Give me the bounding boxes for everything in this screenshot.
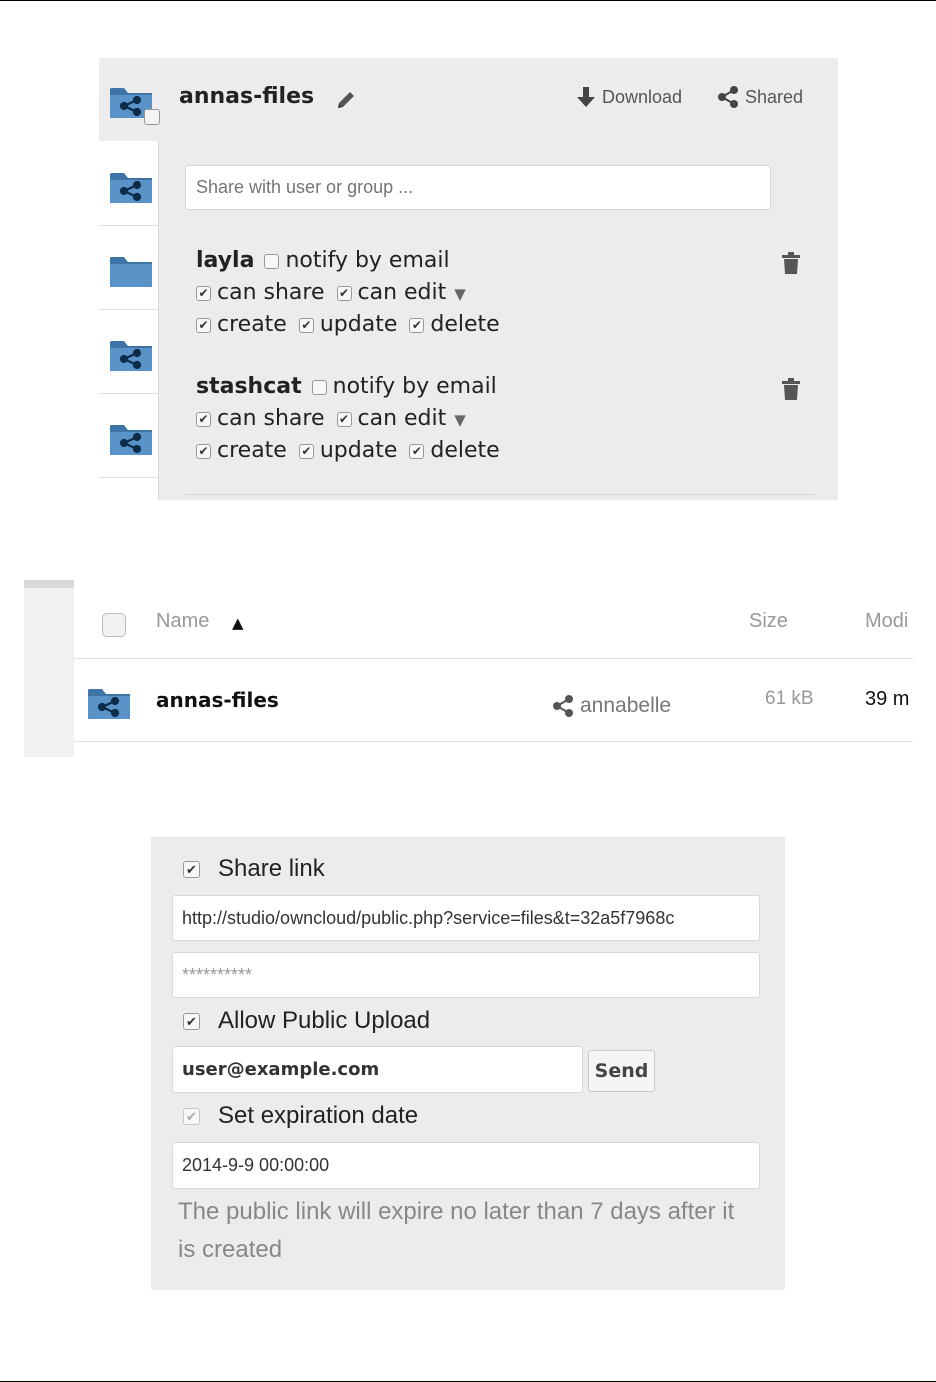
can-edit-checkbox[interactable]: ✔ <box>336 411 352 427</box>
password-field[interactable] <box>172 952 760 998</box>
notify-label: notify by email <box>285 247 450 273</box>
shared-label: Shared <box>745 86 804 107</box>
file-name[interactable]: annas-files <box>156 688 279 712</box>
create-checkbox[interactable]: ✔ <box>196 443 211 459</box>
column-header-modified[interactable]: Modi <box>865 610 908 633</box>
can-share-checkbox[interactable]: ✔ <box>196 285 211 301</box>
file-list: Name ▲ Size Modi annas-files annabelle 6… <box>74 588 913 743</box>
column-header-name[interactable]: Name <box>156 610 209 633</box>
share-owner[interactable]: annabelle <box>552 694 671 718</box>
share-recipient: layla notify by email ✔ can share ✔ can … <box>196 244 512 340</box>
link-url-field[interactable] <box>172 895 760 941</box>
folder-icon[interactable] <box>109 254 153 288</box>
create-label: create <box>217 437 287 463</box>
trash-icon[interactable] <box>781 252 801 274</box>
expiration-date-field[interactable] <box>172 1142 760 1189</box>
top-border <box>0 0 936 1</box>
delete-checkbox[interactable]: ✔ <box>409 317 425 333</box>
can-edit-label: can edit <box>357 405 447 431</box>
update-checkbox[interactable]: ✔ <box>298 317 314 333</box>
select-all-checkbox[interactable] <box>102 613 126 637</box>
shared-folder-icon[interactable] <box>109 338 153 372</box>
download-label: Download <box>602 86 683 107</box>
select-checkbox[interactable] <box>144 109 160 125</box>
allow-upload-label: Allow Public Upload <box>218 1007 431 1034</box>
chevron-down-icon[interactable]: ▼ <box>454 285 466 303</box>
sidebar-header-bar <box>24 580 74 588</box>
link-share-panel: ✔ Share link ✔ Allow Public Upload Send … <box>151 837 785 1290</box>
column-header-size[interactable]: Size <box>749 610 788 633</box>
allow-upload-checkbox[interactable]: ✔ <box>183 1012 200 1030</box>
trash-icon[interactable] <box>781 378 801 400</box>
allow-upload-option: ✔ Allow Public Upload <box>183 1007 430 1035</box>
expiration-option: ✔ Set expiration date <box>183 1102 418 1130</box>
owner-name: annabelle <box>580 694 672 717</box>
email-field[interactable] <box>172 1046 583 1093</box>
recipient-name: layla <box>196 247 255 273</box>
update-label: update <box>319 311 398 337</box>
strip-divider <box>158 141 159 500</box>
recipient-name: stashcat <box>196 373 302 399</box>
share-with-input[interactable] <box>185 165 771 210</box>
download-icon <box>577 87 595 107</box>
sort-ascending-icon[interactable]: ▲ <box>232 614 244 632</box>
row-divider <box>99 225 158 226</box>
share-icon <box>553 695 573 717</box>
delete-label: delete <box>430 437 500 463</box>
expiration-label: Set expiration date <box>218 1102 419 1129</box>
shared-folder-icon <box>88 689 130 719</box>
share-panel: annas-files Download Shared layla notify… <box>99 58 838 500</box>
shared-button[interactable]: Shared <box>717 86 803 108</box>
can-share-checkbox[interactable]: ✔ <box>196 411 211 427</box>
create-checkbox[interactable]: ✔ <box>196 317 211 333</box>
share-icon <box>718 86 738 108</box>
notify-label: notify by email <box>332 373 497 399</box>
row-divider <box>99 393 158 394</box>
folder-title: annas-files <box>179 84 315 109</box>
share-link-option: ✔ Share link <box>183 855 325 883</box>
notify-checkbox[interactable] <box>264 253 280 269</box>
update-label: update <box>319 437 398 463</box>
share-link-label: Share link <box>218 855 325 882</box>
shared-folder-icon[interactable] <box>109 170 153 204</box>
chevron-down-icon[interactable]: ▼ <box>454 411 466 429</box>
row-divider <box>74 741 913 742</box>
update-checkbox[interactable]: ✔ <box>298 443 314 459</box>
send-button[interactable]: Send <box>588 1050 655 1092</box>
shared-folder-icon[interactable] <box>109 422 153 456</box>
can-edit-label: can edit <box>357 279 447 305</box>
expiration-checkbox[interactable]: ✔ <box>183 1107 200 1125</box>
can-edit-checkbox[interactable]: ✔ <box>336 285 352 301</box>
notify-checkbox[interactable] <box>311 379 327 395</box>
delete-label: delete <box>430 311 500 337</box>
share-recipient: stashcat notify by email ✔ can share ✔ c… <box>196 370 512 466</box>
pencil-icon[interactable] <box>335 89 357 111</box>
delete-checkbox[interactable]: ✔ <box>409 443 425 459</box>
create-label: create <box>217 311 287 337</box>
download-button[interactable]: Download <box>576 86 682 108</box>
row-divider <box>99 309 158 310</box>
panel-divider <box>185 494 815 495</box>
file-modified: 39 m <box>865 688 910 710</box>
file-size: 61 kB <box>765 688 814 709</box>
expiry-note: The public link will expire no later tha… <box>178 1198 735 1263</box>
can-share-label: can share <box>217 279 325 305</box>
can-share-label: can share <box>217 405 325 431</box>
app-sidebar <box>24 588 74 757</box>
row-divider <box>99 477 158 478</box>
share-link-checkbox[interactable]: ✔ <box>183 860 200 878</box>
